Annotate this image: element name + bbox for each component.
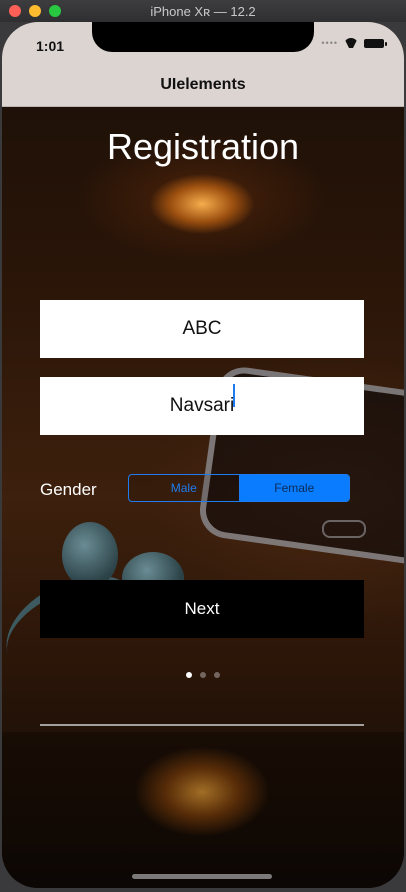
- page-title: Registration: [106, 126, 300, 167]
- gender-option-male[interactable]: Male: [129, 475, 240, 501]
- minimize-window-button[interactable]: [29, 5, 41, 17]
- next-button[interactable]: Next: [40, 580, 364, 638]
- name-field[interactable]: [40, 300, 364, 358]
- nav-title: UIelements: [160, 76, 246, 93]
- gender-option-female[interactable]: Female: [239, 475, 349, 501]
- page-dot[interactable]: [214, 672, 220, 678]
- battery-icon: [364, 38, 387, 48]
- wifi-icon: [344, 38, 358, 48]
- text-cursor: [233, 384, 235, 407]
- page-dot[interactable]: [200, 672, 206, 678]
- status-time: 1:01: [36, 38, 65, 54]
- status-icons: ••••: [321, 38, 387, 48]
- device-notch: [92, 22, 314, 52]
- page-dot[interactable]: [186, 672, 192, 678]
- divider: [40, 724, 364, 726]
- gender-label: Gender: [40, 480, 97, 499]
- close-window-button[interactable]: [9, 5, 21, 17]
- background-phone-button-shape: [322, 520, 366, 538]
- home-indicator[interactable]: [132, 874, 272, 879]
- simulator-title-bar: iPhone Xʀ — 12.2: [0, 0, 406, 22]
- gender-segmented-control[interactable]: Male Female: [128, 474, 350, 502]
- city-field[interactable]: [40, 377, 364, 435]
- device-screen: UIelements 1:01 •••• Registration Gender…: [2, 22, 404, 888]
- page-control[interactable]: [2, 672, 404, 678]
- cellular-signal-icon: ••••: [321, 38, 338, 48]
- background-earbud-shape: [62, 522, 118, 588]
- lower-panel: [2, 732, 404, 888]
- zoom-window-button[interactable]: [49, 5, 61, 17]
